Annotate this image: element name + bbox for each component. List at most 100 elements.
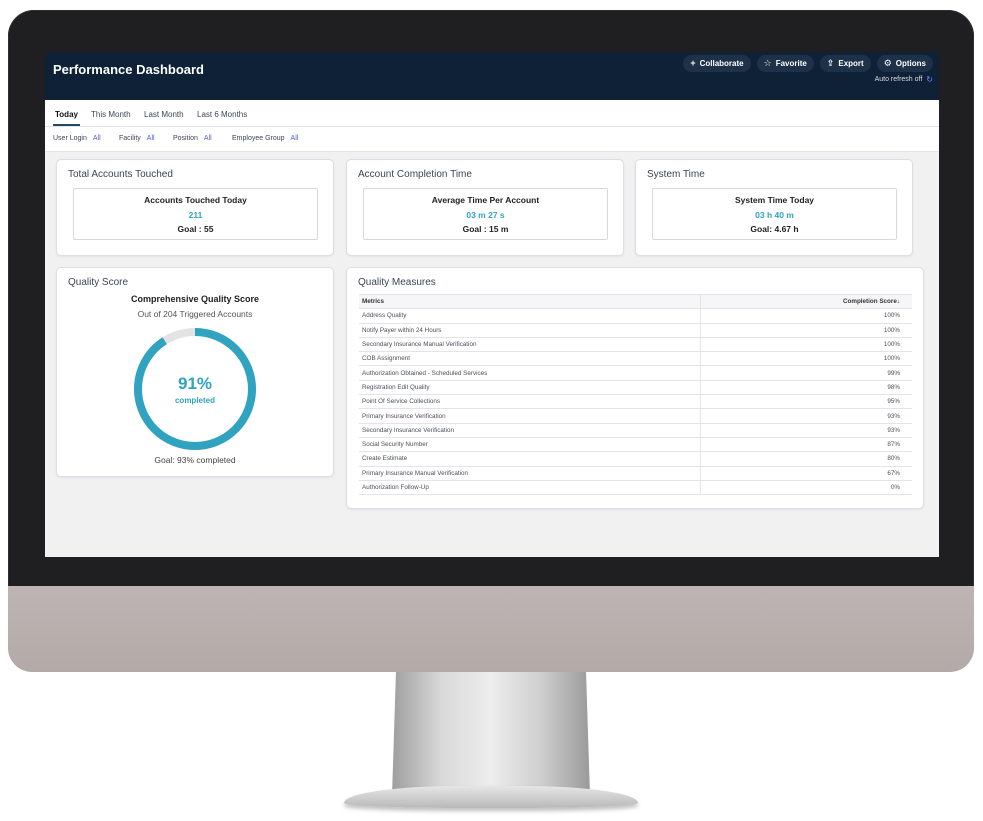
card-title: Quality Score	[68, 277, 129, 288]
export-button[interactable]: ⇪ Export	[819, 55, 871, 72]
collaborate-button[interactable]: + Collaborate	[683, 55, 751, 72]
completion-score-cell: 87%	[700, 437, 912, 453]
table-row: Address Quality 100%	[359, 308, 912, 324]
quality-score-heading: Comprehensive Quality Score	[130, 294, 260, 304]
favorite-button[interactable]: ☆ Favorite	[756, 55, 814, 72]
system-time-card: System Time System Time Today 03 h 40 m …	[635, 159, 913, 256]
completion-time-card: Account Completion Time Average Time Per…	[346, 159, 624, 256]
kpi-value: 211	[188, 210, 203, 220]
kpi-goal: Goal : 55	[177, 224, 214, 234]
metric-name-cell: Create Estimate	[359, 451, 701, 467]
metric-name-cell: Social Security Number	[359, 437, 701, 453]
metric-name-cell: Authorization Follow-Up	[359, 480, 701, 496]
quality-measures-table: Metrics Completion Score↓ Address Qualit…	[359, 293, 912, 496]
donut-center: 91% completed	[132, 326, 258, 452]
favorite-label: Favorite	[775, 59, 807, 68]
kpi-goal: Goal : 15 m	[462, 224, 509, 234]
filter-label: User Login	[53, 135, 87, 142]
metric-name-cell: Primary Insurance Manual Verification	[359, 466, 701, 481]
quality-score-goal: Goal: 93% completed	[154, 455, 236, 465]
filter-position[interactable]: Position All	[173, 135, 212, 142]
completion-score-cell: 100%	[700, 323, 912, 338]
table-row: Authorization Follow-Up 0%	[359, 480, 912, 496]
column-header-completion-score[interactable]: Completion Score↓	[700, 293, 912, 310]
filter-value[interactable]: All	[204, 135, 212, 142]
filter-label: Employee Group	[232, 135, 285, 142]
card-title: System Time	[647, 169, 705, 180]
auto-refresh-toggle[interactable]: Auto refresh off ↻	[875, 75, 933, 84]
metric-name-cell: COB Assignment	[359, 351, 701, 367]
table-row: Registration Edit Quality 98%	[359, 380, 912, 396]
table-row: Point Of Service Collections 95%	[359, 394, 912, 410]
table-row: Primary Insurance Manual Verification 67%	[359, 466, 912, 481]
tab-last-6-months[interactable]: Last 6 Months	[195, 110, 249, 124]
gear-icon: ⚙	[883, 58, 892, 68]
donut-percent: 91%	[177, 373, 213, 393]
top-header: Performance Dashboard + Collaborate ☆ Fa…	[45, 52, 939, 100]
monitor-stand	[392, 672, 590, 796]
tab-bar: Today This Month Last Month Last 6 Month…	[45, 100, 939, 127]
metric-name-cell: Secondary Insurance Verification	[359, 423, 701, 438]
filter-value[interactable]: All	[93, 135, 101, 142]
completion-score-cell: 100%	[700, 337, 912, 353]
kpi-label: System Time Today	[734, 195, 815, 205]
table-header-row: Metrics Completion Score↓	[359, 293, 912, 310]
filter-label: Position	[173, 135, 198, 142]
tab-this-month[interactable]: This Month	[89, 110, 133, 124]
kpi-goal: Goal: 4.67 h	[750, 224, 799, 234]
metric-name-cell: Secondary Insurance Manual Verification	[359, 337, 701, 353]
filter-facility[interactable]: Facility All	[119, 135, 155, 142]
metric-name-cell: Notify Payer within 24 Hours	[359, 323, 701, 338]
plus-icon: +	[690, 58, 696, 68]
filter-bar: User Login All Facility All Position All Em…	[45, 127, 939, 152]
dashboard-screen: Performance Dashboard + Collaborate ☆ Fa…	[45, 52, 939, 557]
refresh-icon[interactable]: ↻	[926, 75, 933, 84]
completion-score-cell: 93%	[700, 408, 912, 424]
card-title: Quality Measures	[358, 277, 436, 288]
completion-score-cell: 100%	[700, 308, 912, 324]
kpi-box: Average Time Per Account 03 m 27 s Goal …	[363, 188, 608, 240]
table-row: Notify Payer within 24 Hours 100%	[359, 323, 912, 338]
page-title: Performance Dashboard	[53, 62, 204, 77]
quality-measures-card: Quality Measures Metrics Completion Scor…	[346, 267, 924, 509]
kpi-box: Accounts Touched Today 211 Goal : 55	[73, 188, 318, 240]
kpi-label: Average Time Per Account	[431, 195, 540, 205]
tab-last-month[interactable]: Last Month	[142, 110, 186, 124]
table-row: Social Security Number 87%	[359, 437, 912, 453]
metric-name-cell: Point Of Service Collections	[359, 394, 701, 410]
table-body: Address Quality 100% Notify Payer within 2…	[359, 308, 912, 496]
card-title: Total Accounts Touched	[68, 169, 173, 180]
header-actions: + Collaborate ☆ Favorite ⇪ Export ⚙ Opti…	[683, 55, 933, 72]
filter-value[interactable]: All	[291, 135, 299, 142]
tab-today[interactable]: Today	[53, 110, 80, 126]
collaborate-label: Collaborate	[699, 59, 744, 68]
export-icon: ⇪	[826, 58, 835, 68]
completion-score-cell: 99%	[700, 365, 912, 381]
kpi-value: 03 h 40 m	[755, 210, 794, 220]
column-header-label: Completion Score	[842, 298, 897, 306]
table-row: Create Estimate 80%	[359, 451, 912, 467]
quality-score-subheading: Out of 204 Triggered Accounts	[137, 309, 253, 319]
metric-name-cell: Authorization Obtained - Scheduled Servi…	[359, 365, 701, 381]
filter-employee-group[interactable]: Employee Group All	[232, 135, 298, 142]
completion-score-cell: 93%	[700, 423, 912, 438]
donut-completed-label: completed	[174, 395, 215, 405]
metric-name-cell: Address Quality	[359, 308, 701, 324]
options-button[interactable]: ⚙ Options	[876, 55, 933, 72]
filter-value[interactable]: All	[147, 135, 155, 142]
card-title: Account Completion Time	[358, 169, 472, 180]
column-header-metrics[interactable]: Metrics	[359, 293, 701, 310]
table-row: COB Assignment 100%	[359, 351, 912, 367]
quality-donut: 91% completed	[132, 326, 258, 452]
accounts-touched-card: Total Accounts Touched Accounts Touched …	[56, 159, 334, 256]
completion-score-cell: 67%	[700, 466, 912, 481]
quality-score-card: Quality Score Comprehensive Quality Scor…	[56, 267, 334, 477]
filter-label: Facility	[119, 135, 141, 142]
filter-user-login[interactable]: User Login All	[53, 135, 101, 142]
table-row: Primary Insurance Verification 93%	[359, 408, 912, 424]
metric-name-cell: Primary Insurance Verification	[359, 408, 701, 424]
table-row: Secondary Insurance Verification 93%	[359, 423, 912, 438]
completion-score-cell: 100%	[700, 351, 912, 367]
export-label: Export	[838, 59, 864, 68]
table-row: Authorization Obtained - Scheduled Servi…	[359, 365, 912, 381]
